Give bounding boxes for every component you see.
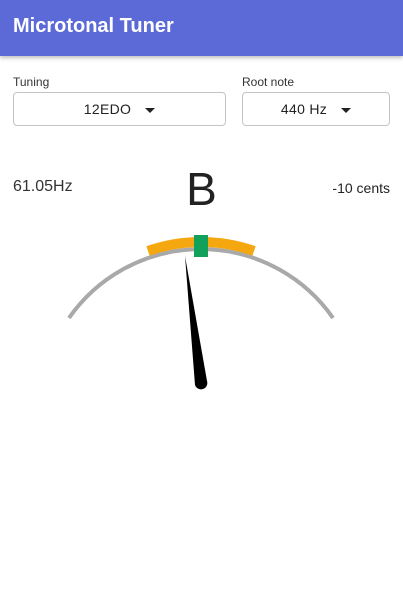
gauge-track-arc xyxy=(67,247,335,320)
gauge-needle xyxy=(185,256,208,390)
tuner-gauge xyxy=(67,235,335,390)
in-tune-marker xyxy=(194,235,208,257)
